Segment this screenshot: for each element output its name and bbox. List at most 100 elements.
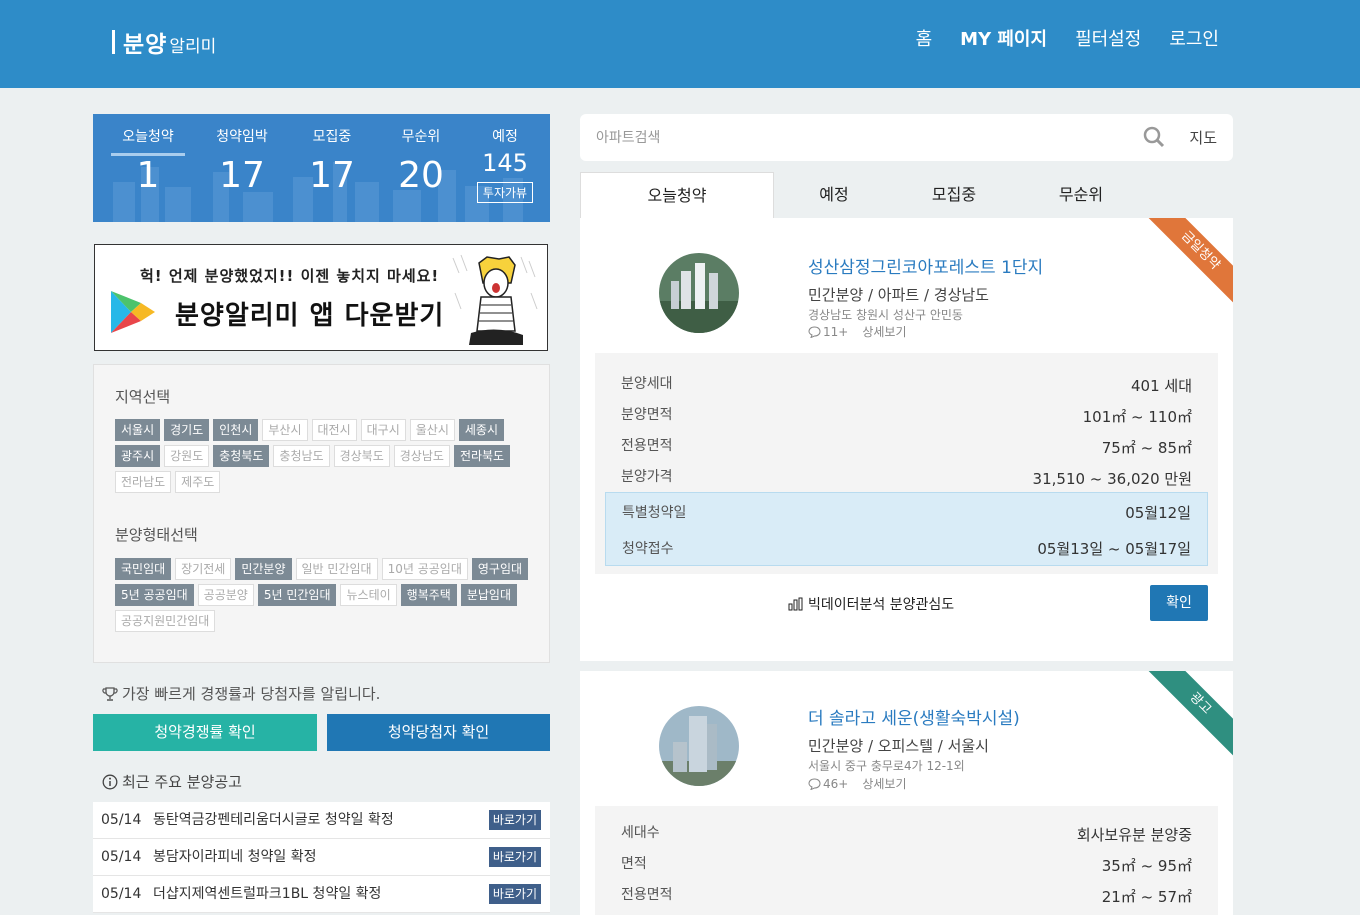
nav-my-page[interactable]: MY 페이지: [960, 26, 1047, 54]
competition-rate-button[interactable]: 청약경쟁률 확인: [93, 714, 317, 751]
detail-link[interactable]: 상세보기: [862, 323, 906, 340]
region-chip[interactable]: 충청남도: [273, 445, 330, 467]
notice-title[interactable]: 봉담자이라피네 청약일 확정: [153, 839, 316, 876]
nav-filter-settings[interactable]: 필터설정: [1075, 26, 1141, 54]
sale-type-chip[interactable]: 5년 공공임대: [115, 584, 194, 606]
notice-date: 05/14: [101, 812, 142, 828]
region-chip[interactable]: 대전시: [311, 419, 357, 441]
comment-count[interactable]: 46+: [808, 777, 848, 791]
go-button[interactable]: 바로가기: [488, 847, 541, 867]
sale-type-chip[interactable]: 국민임대: [115, 558, 172, 580]
sale-type-chip[interactable]: 5년 민간임대: [257, 584, 337, 606]
recent-notices-list: 05/14 동탄역금강펜테리움더시글로 청약일 확정 바로가기 05/14 봉담…: [93, 802, 550, 913]
region-chip[interactable]: 울산시: [409, 419, 455, 441]
listing-type: 민간분양 / 오피스텔 / 서울시: [808, 737, 989, 755]
stat-recruiting[interactable]: 모집중 17: [287, 114, 377, 196]
sale-type-chip[interactable]: 일반 민간임대: [295, 558, 378, 580]
sale-type-chip[interactable]: 장기전세: [175, 558, 232, 580]
apartment-thumbnail[interactable]: [659, 253, 739, 333]
tab-today[interactable]: 오늘청약: [580, 172, 774, 218]
listing-title[interactable]: 더 솔라고 세운(생활숙박시설): [808, 704, 1020, 729]
ad-ribbon: 광고: [1138, 671, 1233, 763]
top-header: 분양 알리미 홈 MY 페이지 필터설정 로그인: [0, 0, 1360, 88]
region-chip[interactable]: 광주시: [115, 445, 161, 467]
notice-text: 가장 빠르게 경쟁률과 당첨자를 알립니다.: [122, 685, 381, 703]
stat-today[interactable]: 오늘청약 1: [103, 114, 193, 196]
listing-title[interactable]: 성산삼정그린코아포레스트 1단지: [808, 253, 1043, 278]
go-button[interactable]: 바로가기: [488, 810, 541, 830]
region-chip[interactable]: 제주도: [175, 471, 221, 493]
schedule-row: 청약접수 05월13일 ~ 05월17일: [606, 529, 1207, 565]
region-chip[interactable]: 전라북도: [453, 445, 511, 467]
region-chip[interactable]: 서울시: [115, 419, 161, 441]
recent-notices-header: 최근 주요 분양공고: [102, 771, 242, 792]
info-key: 분양면적: [621, 407, 673, 423]
region-chip[interactable]: 경상북도: [333, 445, 390, 467]
stat-scheduled[interactable]: 예정 145 투자가뷰: [460, 114, 550, 203]
stat-label: 예정: [492, 129, 518, 145]
confirm-button[interactable]: 확인: [1150, 585, 1208, 621]
region-chip[interactable]: 경상남도: [393, 445, 450, 467]
nav-home[interactable]: 홈: [916, 26, 933, 54]
listing-card: 광고 더 솔라고 세운(생활숙박시설) 민간분양 / 오피스텔 / 서울시 서울…: [580, 671, 1233, 915]
sale-type-chip[interactable]: 뉴스테이: [340, 584, 397, 606]
banner-tagline: 헉! 언제 분양했었지!! 이젠 놓치지 마세요!: [140, 267, 440, 285]
search-icon[interactable]: [1143, 126, 1165, 148]
sale-type-chip[interactable]: 민간분양: [235, 558, 292, 580]
schedule-key: 특별청약일: [622, 505, 687, 521]
sale-type-chip[interactable]: 영구임대: [471, 558, 529, 580]
region-chip[interactable]: 전라남도: [115, 471, 172, 493]
comment-count[interactable]: 11+: [808, 325, 848, 339]
tab-recruiting[interactable]: 모집중: [894, 172, 1014, 218]
sale-type-chip[interactable]: 공공분양: [197, 584, 254, 606]
notice-title[interactable]: 더샵지제역센트럴파크1BL 청약일 확정: [153, 876, 381, 913]
sale-type-chip[interactable]: 분납임대: [460, 584, 517, 606]
logo[interactable]: 분양 알리미: [112, 26, 216, 58]
notice-title[interactable]: 동탄역금강펜테리움더시글로 청약일 확정: [153, 802, 394, 839]
comment-count-text: 11+: [823, 324, 849, 339]
comment-icon: [808, 325, 821, 338]
info-value: 35㎡ ~ 95㎡: [1101, 857, 1192, 875]
detail-link[interactable]: 상세보기: [862, 775, 906, 792]
go-button[interactable]: 바로가기: [488, 884, 541, 904]
sale-type-chip[interactable]: 10년 공공임대: [381, 558, 468, 580]
listing-meta: 11+ 상세보기: [808, 323, 907, 340]
region-chip[interactable]: 충청북도: [213, 445, 270, 467]
sale-type-chip[interactable]: 공공지원민간임대: [115, 610, 216, 632]
stat-unranked[interactable]: 무순위 20: [376, 114, 466, 196]
list-item[interactable]: 05/14 동탄역금강펜테리움더시글로 청약일 확정 바로가기: [93, 802, 550, 839]
stat-label: 무순위: [401, 129, 441, 145]
region-chip[interactable]: 세종시: [458, 419, 504, 441]
building-thumbnail[interactable]: [659, 706, 739, 786]
schedule-value: 05월12일: [1125, 504, 1191, 522]
info-key: 분양가격: [621, 469, 673, 485]
stat-imminent[interactable]: 청약임박 17: [197, 114, 287, 196]
region-chip[interactable]: 인천시: [213, 419, 259, 441]
invest-view-tag[interactable]: 투자가뷰: [476, 182, 534, 203]
stat-value: 17: [219, 155, 265, 196]
map-link[interactable]: 지도: [1189, 127, 1217, 148]
winners-button[interactable]: 청약당첨자 확인: [327, 714, 550, 751]
main-nav: 홈 MY 페이지 필터설정 로그인: [916, 26, 1219, 54]
region-chip[interactable]: 대구시: [360, 419, 406, 441]
stat-label: 오늘청약: [111, 128, 185, 156]
listing-info-box: 분양세대 401 세대 분양면적 101㎡ ~ 110㎡ 전용면적 75㎡ ~ 85㎡…: [595, 353, 1218, 574]
app-download-banner[interactable]: 헉! 언제 분양했었지!! 이젠 놓치지 마세요! 분양알리미 앱 다운받기: [94, 244, 548, 351]
listing-card: 금일청약 성산삼정그린코아포레스트 1단지 민간분양 / 아파트 / 경상남도 …: [580, 218, 1233, 661]
info-row: 분양세대 401 세대: [595, 367, 1218, 398]
nav-login[interactable]: 로그인: [1169, 26, 1219, 54]
tab-scheduled[interactable]: 예정: [774, 172, 894, 218]
trophy-icon: [102, 686, 118, 701]
info-value: 21㎡ ~ 57㎡: [1101, 888, 1192, 906]
stats-panel: 오늘청약 1 청약임박 17 모집중 17 무순위 20 예정 145 투자가뷰: [93, 114, 550, 222]
notice-date: 05/14: [101, 849, 142, 865]
tab-unranked[interactable]: 무순위: [1021, 172, 1141, 218]
region-chip[interactable]: 부산시: [262, 419, 308, 441]
list-item[interactable]: 05/14 봉담자이라피네 청약일 확정 바로가기: [93, 839, 550, 876]
bigdata-link[interactable]: 빅데이터분석 분양관심도: [788, 594, 954, 614]
list-item[interactable]: 05/14 더샵지제역센트럴파크1BL 청약일 확정 바로가기: [93, 876, 550, 913]
region-chip[interactable]: 강원도: [164, 445, 210, 467]
region-chip[interactable]: 경기도: [164, 419, 210, 441]
sale-type-chip[interactable]: 행복주택: [400, 584, 457, 606]
search-input[interactable]: [596, 126, 1116, 150]
